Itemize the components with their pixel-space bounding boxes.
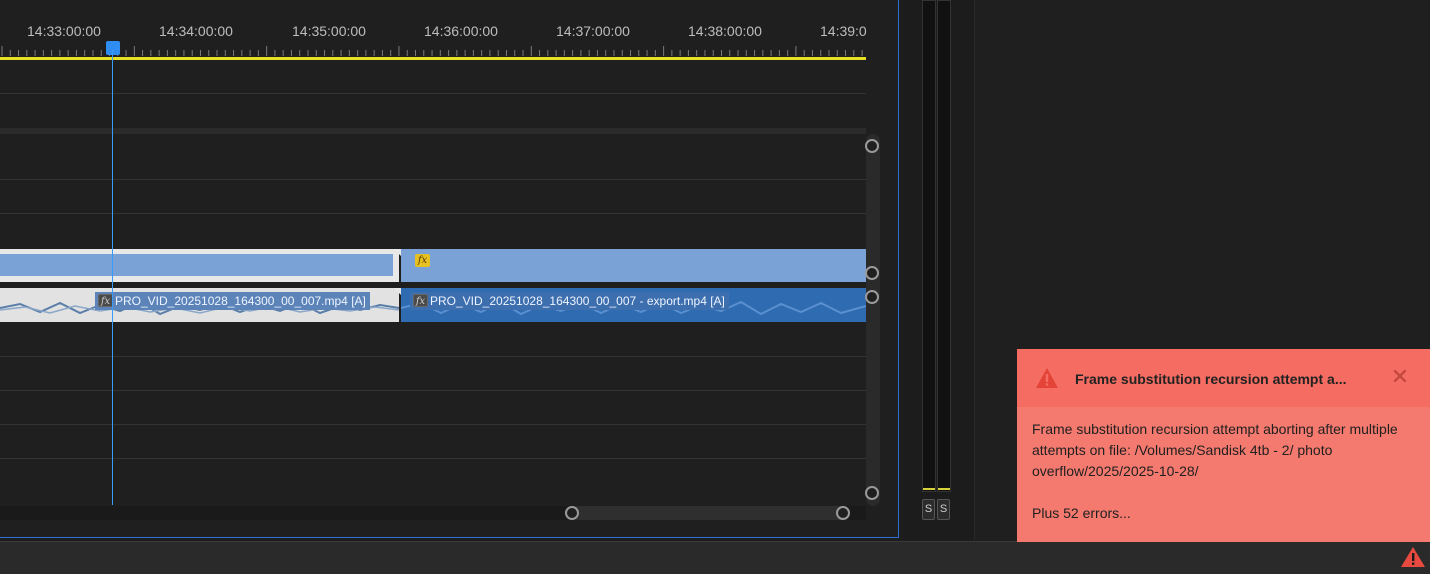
zoom-handle-right[interactable]: [836, 506, 850, 520]
track-divider: [0, 356, 866, 357]
toast-message: Frame substitution recursion attempt abo…: [1032, 421, 1398, 479]
horizontal-scrollbar[interactable]: [0, 506, 866, 520]
meter-peak: [923, 488, 935, 490]
timeline-panel[interactable]: 14:33:00:00 14:34:00:00 14:35:00:00 14:3…: [0, 0, 899, 538]
status-bar: [0, 541, 1430, 574]
playhead-handle[interactable]: [106, 41, 120, 55]
clip-label[interactable]: fx PRO_VID_20251028_164300_00_007.mp4 [A…: [95, 292, 370, 310]
fx-badge-icon[interactable]: fx: [98, 294, 113, 307]
solo-left-button[interactable]: S: [922, 499, 935, 520]
ruler-label: 14:33:00:00: [27, 23, 101, 39]
zoom-handle-left[interactable]: [565, 506, 579, 520]
scroll-handle[interactable]: [865, 139, 879, 153]
meter-peak: [938, 488, 950, 490]
fx-badge-icon[interactable]: fx: [413, 294, 428, 307]
time-ruler[interactable]: 14:33:00:00 14:34:00:00 14:35:00:00 14:3…: [0, 0, 867, 60]
vertical-scrollbar[interactable]: [866, 134, 880, 506]
video-track-area[interactable]: [0, 60, 866, 128]
track-divider: [0, 213, 866, 214]
ruler-ticks: [1, 46, 863, 56]
scroll-handle[interactable]: [865, 486, 879, 500]
toast-title: Frame substitution recursion attempt a..…: [1075, 371, 1347, 387]
solo-right-button[interactable]: S: [937, 499, 950, 520]
warning-icon: [1036, 368, 1058, 388]
clip-label[interactable]: fx PRO_VID_20251028_164300_00_007 - expo…: [410, 292, 729, 310]
warning-icon[interactable]: [1400, 545, 1426, 569]
audio-clip-a1-right[interactable]: fx: [401, 249, 866, 282]
scroll-handle[interactable]: [865, 290, 879, 304]
track-divider: [0, 390, 866, 391]
ruler-label: 14:38:00:00: [688, 23, 762, 39]
audio-meter-left: [922, 0, 936, 492]
fx-badge-icon[interactable]: fx: [415, 254, 430, 267]
app-window: 14:33:00:00 14:34:00:00 14:35:00:00 14:3…: [0, 0, 1430, 574]
track-divider: [0, 93, 866, 94]
ruler-label: 14:34:00:00: [159, 23, 233, 39]
error-toast[interactable]: Frame substitution recursion attempt a..…: [1017, 349, 1430, 542]
toast-extra-errors[interactable]: Plus 52 errors...: [1032, 505, 1131, 521]
toast-header: Frame substitution recursion attempt a..…: [1017, 349, 1430, 407]
ruler-label: 14:39:0: [820, 23, 867, 39]
video-audio-divider[interactable]: [0, 128, 866, 134]
track-divider: [0, 458, 866, 459]
ruler-label: 14:35:00:00: [292, 23, 366, 39]
audio-clip-a1-left[interactable]: [0, 249, 399, 282]
playhead-line[interactable]: [112, 50, 113, 505]
close-icon[interactable]: ✕: [1389, 366, 1411, 389]
audio-meter-panel: S S: [905, 0, 973, 540]
clip-body: [0, 254, 393, 276]
scroll-handle[interactable]: [865, 266, 879, 280]
track-divider: [0, 424, 866, 425]
ruler-label: 14:37:00:00: [556, 23, 630, 39]
scroll-thumb[interactable]: [570, 506, 850, 520]
track-divider: [0, 179, 866, 180]
clip-name: PRO_VID_20251028_164300_00_007.mp4 [A]: [115, 294, 366, 308]
audio-meter-right: [937, 0, 951, 492]
ruler-label: 14:36:00:00: [424, 23, 498, 39]
clip-name: PRO_VID_20251028_164300_00_007 - export.…: [430, 294, 725, 308]
